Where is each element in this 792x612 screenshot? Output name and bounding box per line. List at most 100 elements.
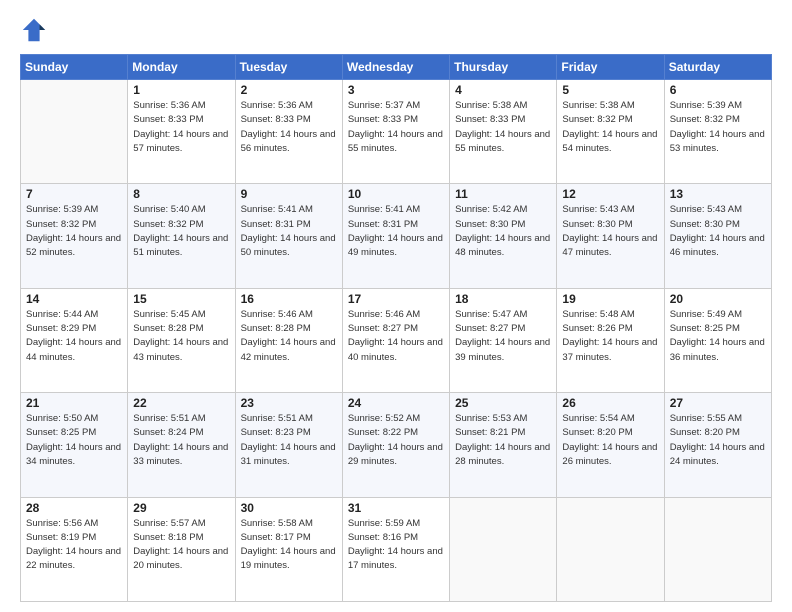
calendar-cell (21, 80, 128, 184)
calendar-week-row: 7 Sunrise: 5:39 AMSunset: 8:32 PMDaylight… (21, 184, 772, 288)
day-info: Sunrise: 5:56 AMSunset: 8:19 PMDaylight:… (26, 517, 122, 574)
day-info: Sunrise: 5:48 AMSunset: 8:26 PMDaylight:… (562, 308, 658, 365)
day-number: 31 (348, 501, 444, 515)
day-info: Sunrise: 5:59 AMSunset: 8:16 PMDaylight:… (348, 517, 444, 574)
calendar-cell: 23 Sunrise: 5:51 AMSunset: 8:23 PMDayligh… (235, 393, 342, 497)
calendar-cell: 11Sunrise: 5:42 AMSunset: 8:30 PMDayligh… (450, 184, 557, 288)
calendar-cell: 4 Sunrise: 5:38 AMSunset: 8:33 PMDaylight… (450, 80, 557, 184)
day-number: 21 (26, 396, 122, 410)
calendar-cell: 22Sunrise: 5:51 AMSunset: 8:24 PMDayligh… (128, 393, 235, 497)
day-info: Sunrise: 5:39 AMSunset: 8:32 PMDaylight:… (26, 203, 122, 260)
day-info: Sunrise: 5:51 AMSunset: 8:24 PMDaylight:… (133, 412, 229, 469)
day-number: 20 (670, 292, 766, 306)
calendar-cell: 17 Sunrise: 5:46 AMSunset: 8:27 PMDayligh… (342, 288, 449, 392)
day-info: Sunrise: 5:58 AMSunset: 8:17 PMDaylight:… (241, 517, 337, 574)
day-number: 1 (133, 83, 229, 97)
day-info: Sunrise: 5:47 AMSunset: 8:27 PMDaylight:… (455, 308, 551, 365)
day-info: Sunrise: 5:36 AMSunset: 8:33 PMDaylight:… (241, 99, 337, 156)
calendar-weekday-monday: Monday (128, 55, 235, 80)
calendar-header-row: SundayMondayTuesdayWednesdayThursdayFrid… (21, 55, 772, 80)
day-number: 8 (133, 187, 229, 201)
day-info: Sunrise: 5:41 AMSunset: 8:31 PMDaylight:… (348, 203, 444, 260)
day-info: Sunrise: 5:51 AMSunset: 8:23 PMDaylight:… (241, 412, 337, 469)
day-info: Sunrise: 5:53 AMSunset: 8:21 PMDaylight:… (455, 412, 551, 469)
day-info: Sunrise: 5:38 AMSunset: 8:32 PMDaylight:… (562, 99, 658, 156)
day-info: Sunrise: 5:36 AMSunset: 8:33 PMDaylight:… (133, 99, 229, 156)
day-info: Sunrise: 5:38 AMSunset: 8:33 PMDaylight:… (455, 99, 551, 156)
day-number: 16 (241, 292, 337, 306)
day-info: Sunrise: 5:52 AMSunset: 8:22 PMDaylight:… (348, 412, 444, 469)
day-number: 17 (348, 292, 444, 306)
day-number: 4 (455, 83, 551, 97)
day-info: Sunrise: 5:43 AMSunset: 8:30 PMDaylight:… (562, 203, 658, 260)
day-number: 11 (455, 187, 551, 201)
day-info: Sunrise: 5:39 AMSunset: 8:32 PMDaylight:… (670, 99, 766, 156)
day-number: 6 (670, 83, 766, 97)
day-info: Sunrise: 5:46 AMSunset: 8:28 PMDaylight:… (241, 308, 337, 365)
calendar-week-row: 14 Sunrise: 5:44 AMSunset: 8:29 PMDayligh… (21, 288, 772, 392)
calendar-cell: 19Sunrise: 5:48 AMSunset: 8:26 PMDayligh… (557, 288, 664, 392)
day-number: 24 (348, 396, 444, 410)
calendar-cell: 27 Sunrise: 5:55 AMSunset: 8:20 PMDayligh… (664, 393, 771, 497)
calendar-cell: 5 Sunrise: 5:38 AMSunset: 8:32 PMDaylight… (557, 80, 664, 184)
day-number: 23 (241, 396, 337, 410)
day-number: 10 (348, 187, 444, 201)
calendar-cell: 1 Sunrise: 5:36 AMSunset: 8:33 PMDaylight… (128, 80, 235, 184)
day-info: Sunrise: 5:49 AMSunset: 8:25 PMDaylight:… (670, 308, 766, 365)
day-number: 9 (241, 187, 337, 201)
day-number: 28 (26, 501, 122, 515)
day-number: 14 (26, 292, 122, 306)
day-number: 30 (241, 501, 337, 515)
day-number: 18 (455, 292, 551, 306)
calendar-cell: 30 Sunrise: 5:58 AMSunset: 8:17 PMDayligh… (235, 497, 342, 601)
logo (20, 16, 52, 44)
day-info: Sunrise: 5:46 AMSunset: 8:27 PMDaylight:… (348, 308, 444, 365)
day-number: 15 (133, 292, 229, 306)
calendar-cell: 9 Sunrise: 5:41 AMSunset: 8:31 PMDaylight… (235, 184, 342, 288)
calendar-cell (664, 497, 771, 601)
day-number: 26 (562, 396, 658, 410)
calendar-cell: 10 Sunrise: 5:41 AMSunset: 8:31 PMDayligh… (342, 184, 449, 288)
day-info: Sunrise: 5:57 AMSunset: 8:18 PMDaylight:… (133, 517, 229, 574)
day-info: Sunrise: 5:45 AMSunset: 8:28 PMDaylight:… (133, 308, 229, 365)
day-number: 27 (670, 396, 766, 410)
day-number: 5 (562, 83, 658, 97)
calendar-weekday-tuesday: Tuesday (235, 55, 342, 80)
calendar-cell: 7 Sunrise: 5:39 AMSunset: 8:32 PMDaylight… (21, 184, 128, 288)
calendar-cell: 2 Sunrise: 5:36 AMSunset: 8:33 PMDaylight… (235, 80, 342, 184)
calendar-cell: 16 Sunrise: 5:46 AMSunset: 8:28 PMDayligh… (235, 288, 342, 392)
calendar-cell: 18 Sunrise: 5:47 AMSunset: 8:27 PMDayligh… (450, 288, 557, 392)
calendar-week-row: 28 Sunrise: 5:56 AMSunset: 8:19 PMDayligh… (21, 497, 772, 601)
page: SundayMondayTuesdayWednesdayThursdayFrid… (0, 0, 792, 612)
calendar-cell (450, 497, 557, 601)
calendar-cell (557, 497, 664, 601)
calendar-table: SundayMondayTuesdayWednesdayThursdayFrid… (20, 54, 772, 602)
day-info: Sunrise: 5:41 AMSunset: 8:31 PMDaylight:… (241, 203, 337, 260)
day-info: Sunrise: 5:50 AMSunset: 8:25 PMDaylight:… (26, 412, 122, 469)
calendar-cell: 3Sunrise: 5:37 AMSunset: 8:33 PMDaylight… (342, 80, 449, 184)
day-info: Sunrise: 5:55 AMSunset: 8:20 PMDaylight:… (670, 412, 766, 469)
day-number: 25 (455, 396, 551, 410)
day-number: 7 (26, 187, 122, 201)
logo-icon (20, 16, 48, 44)
calendar-week-row: 21 Sunrise: 5:50 AMSunset: 8:25 PMDayligh… (21, 393, 772, 497)
header (20, 16, 772, 44)
calendar-cell: 28 Sunrise: 5:56 AMSunset: 8:19 PMDayligh… (21, 497, 128, 601)
day-number: 3 (348, 83, 444, 97)
calendar-cell: 24 Sunrise: 5:52 AMSunset: 8:22 PMDayligh… (342, 393, 449, 497)
day-number: 2 (241, 83, 337, 97)
calendar-cell: 6 Sunrise: 5:39 AMSunset: 8:32 PMDaylight… (664, 80, 771, 184)
calendar-weekday-wednesday: Wednesday (342, 55, 449, 80)
calendar-cell: 14 Sunrise: 5:44 AMSunset: 8:29 PMDayligh… (21, 288, 128, 392)
calendar-week-row: 1 Sunrise: 5:36 AMSunset: 8:33 PMDaylight… (21, 80, 772, 184)
calendar-cell: 21 Sunrise: 5:50 AMSunset: 8:25 PMDayligh… (21, 393, 128, 497)
calendar-weekday-thursday: Thursday (450, 55, 557, 80)
calendar-weekday-saturday: Saturday (664, 55, 771, 80)
day-info: Sunrise: 5:43 AMSunset: 8:30 PMDaylight:… (670, 203, 766, 260)
calendar-weekday-sunday: Sunday (21, 55, 128, 80)
day-info: Sunrise: 5:44 AMSunset: 8:29 PMDaylight:… (26, 308, 122, 365)
day-number: 29 (133, 501, 229, 515)
calendar-cell: 12Sunrise: 5:43 AMSunset: 8:30 PMDayligh… (557, 184, 664, 288)
calendar-weekday-friday: Friday (557, 55, 664, 80)
calendar-cell: 13Sunrise: 5:43 AMSunset: 8:30 PMDayligh… (664, 184, 771, 288)
